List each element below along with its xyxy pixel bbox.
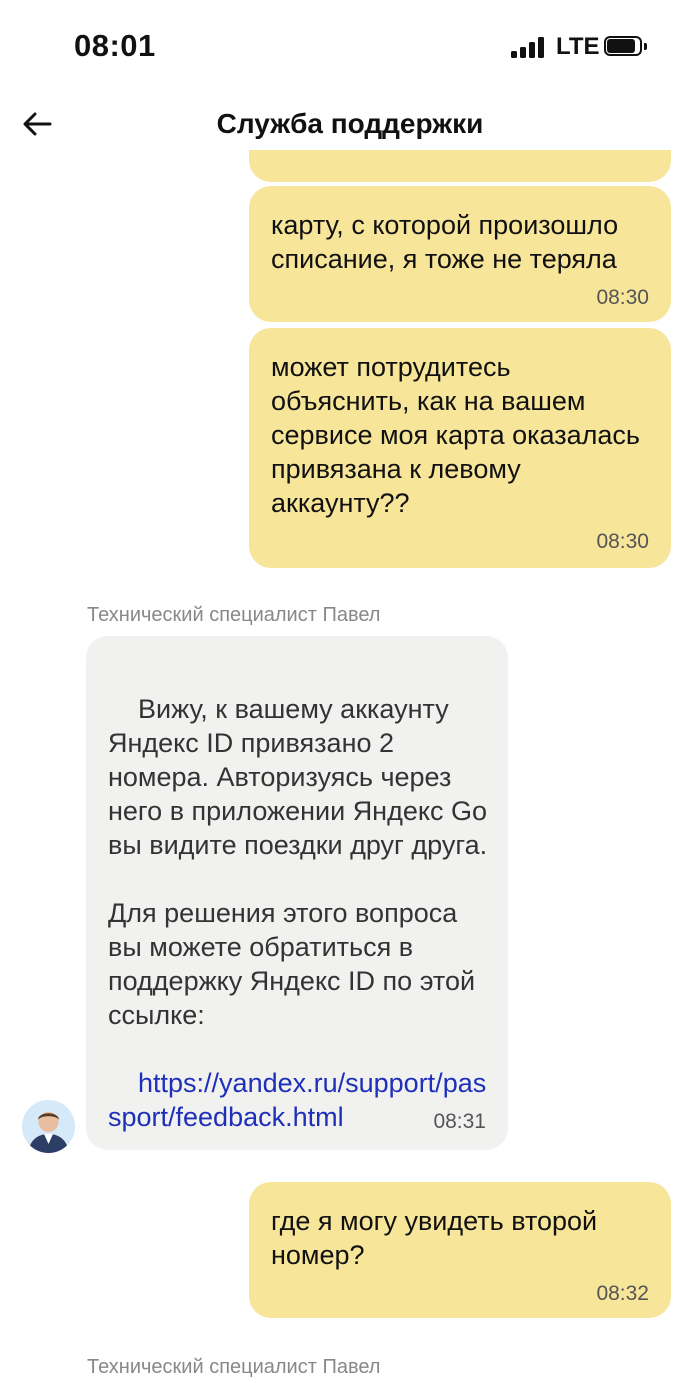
message-text: может потрудитесь объяснить, как на ваше… [271,352,648,518]
message-text: Вижу, к вашему аккаунту Яндекс ID привяз… [108,658,494,1168]
message-text: где я могу увидеть второй номер? [271,1206,605,1270]
message-text: карту, с которой произошло списание, я т… [271,210,626,274]
chat-header: Служба поддержки [0,96,700,156]
status-time: 08:01 [74,28,156,63]
outgoing-message: карту, с которой произошло списание, я т… [249,186,671,322]
sender-name: Технический специалист Павел [87,1356,381,1378]
message-time: 08:30 [596,530,649,553]
page-title: Служба поддержки [216,108,484,139]
message-bubble-partial [249,150,671,182]
message-time: 08:32 [596,1282,649,1305]
outgoing-message: где я могу увидеть второй номер? 08:32 [249,1182,671,1318]
network-type: LTE [556,33,600,60]
message-time: 08:31 [433,1110,486,1133]
sender-name: Технический специалист Павел [87,604,381,626]
status-bar: 08:01 LTE [0,0,700,96]
message-time: 08:30 [596,286,649,309]
signal-icon [511,36,547,58]
message-body: Вижу, к вашему аккаунту Яндекс ID привяз… [108,694,488,1030]
support-link[interactable]: https://yandex.ru/support/passport/feedb… [108,1068,486,1132]
incoming-message: Вижу, к вашему аккаунту Яндекс ID привяз… [86,636,508,1150]
agent-avatar[interactable] [22,1100,75,1153]
battery-icon [604,36,648,58]
outgoing-message: может потрудитесь объяснить, как на ваше… [249,328,671,568]
